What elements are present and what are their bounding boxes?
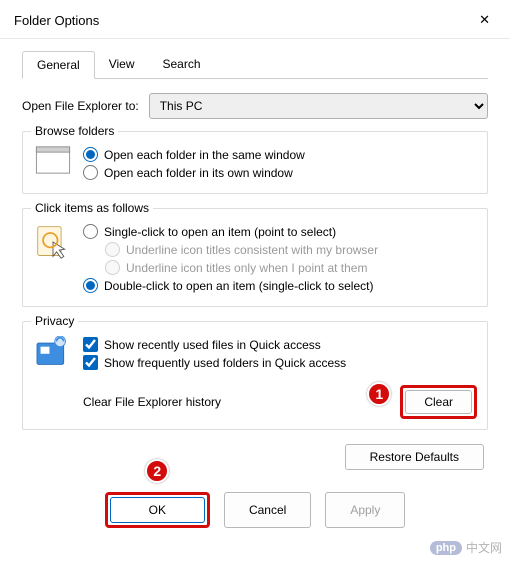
click-items-group: Click items as follows Single-click to o… <box>22 208 488 307</box>
checkbox-recent-files[interactable] <box>83 337 98 352</box>
underline-consistent-label: Underline icon titles consistent with my… <box>126 243 378 257</box>
double-click-label: Double-click to open an item (single-cli… <box>104 279 373 293</box>
watermark-text: 中文网 <box>466 539 502 556</box>
show-frequent-folders[interactable]: Show frequently used folders in Quick ac… <box>83 355 477 370</box>
show-recent-files[interactable]: Show recently used files in Quick access <box>83 337 477 352</box>
open-explorer-select[interactable]: This PC <box>149 93 488 119</box>
underline-point-label: Underline icon titles only when I point … <box>126 261 367 275</box>
underline-consistent: Underline icon titles consistent with my… <box>105 242 477 257</box>
privacy-icon <box>35 336 71 368</box>
php-logo-icon: php <box>430 541 462 555</box>
dialog-content: General View Search Open File Explorer t… <box>0 39 510 536</box>
radio-single-click[interactable] <box>83 224 98 239</box>
radio-own-window[interactable] <box>83 165 98 180</box>
recent-files-label: Show recently used files in Quick access <box>104 338 321 352</box>
tab-general[interactable]: General <box>22 51 95 79</box>
clear-history-label: Clear File Explorer history <box>83 395 221 409</box>
browse-legend: Browse folders <box>31 124 118 138</box>
annotation-highlight-ok: 2 OK <box>105 492 210 528</box>
browse-own-window[interactable]: Open each folder in its own window <box>83 165 477 180</box>
apply-button: Apply <box>325 492 405 528</box>
privacy-legend: Privacy <box>31 314 78 328</box>
titlebar: Folder Options ✕ <box>0 0 510 39</box>
browse-same-window[interactable]: Open each folder in the same window <box>83 147 477 162</box>
radio-underline-consistent <box>105 242 120 257</box>
annotation-badge-1: 1 <box>367 382 391 406</box>
tab-view[interactable]: View <box>95 51 149 78</box>
folder-window-icon <box>35 146 71 174</box>
radio-same-window[interactable] <box>83 147 98 162</box>
tab-search[interactable]: Search <box>149 51 215 78</box>
radio-underline-point <box>105 260 120 275</box>
restore-defaults-button[interactable]: Restore Defaults <box>345 444 484 470</box>
click-legend: Click items as follows <box>31 201 153 215</box>
dialog-buttons: 2 OK Cancel Apply <box>22 492 488 528</box>
single-click-option[interactable]: Single-click to open an item (point to s… <box>83 224 477 239</box>
ok-button[interactable]: OK <box>110 497 205 523</box>
watermark: php 中文网 <box>430 539 502 556</box>
browse-folders-group: Browse folders Open each folder in the s… <box>22 131 488 194</box>
underline-point: Underline icon titles only when I point … <box>105 260 477 275</box>
close-icon[interactable]: ✕ <box>471 8 498 32</box>
annotation-badge-2: 2 <box>145 459 169 483</box>
browse-same-window-label: Open each folder in the same window <box>104 148 305 162</box>
single-click-label: Single-click to open an item (point to s… <box>104 225 336 239</box>
clear-button[interactable]: Clear <box>405 390 472 414</box>
tabstrip: General View Search <box>22 51 488 79</box>
privacy-group: Privacy Show recently used files in Quic… <box>22 321 488 430</box>
window-title: Folder Options <box>14 13 99 28</box>
checkbox-frequent-folders[interactable] <box>83 355 98 370</box>
double-click-option[interactable]: Double-click to open an item (single-cli… <box>83 278 477 293</box>
browse-own-window-label: Open each folder in its own window <box>104 166 293 180</box>
radio-double-click[interactable] <box>83 278 98 293</box>
open-explorer-label: Open File Explorer to: <box>22 99 139 113</box>
annotation-highlight-clear: 1 Clear <box>400 385 477 419</box>
cursor-click-icon <box>35 223 71 261</box>
frequent-folders-label: Show frequently used folders in Quick ac… <box>104 356 346 370</box>
open-explorer-row: Open File Explorer to: This PC <box>22 93 488 119</box>
cancel-button[interactable]: Cancel <box>224 492 311 528</box>
